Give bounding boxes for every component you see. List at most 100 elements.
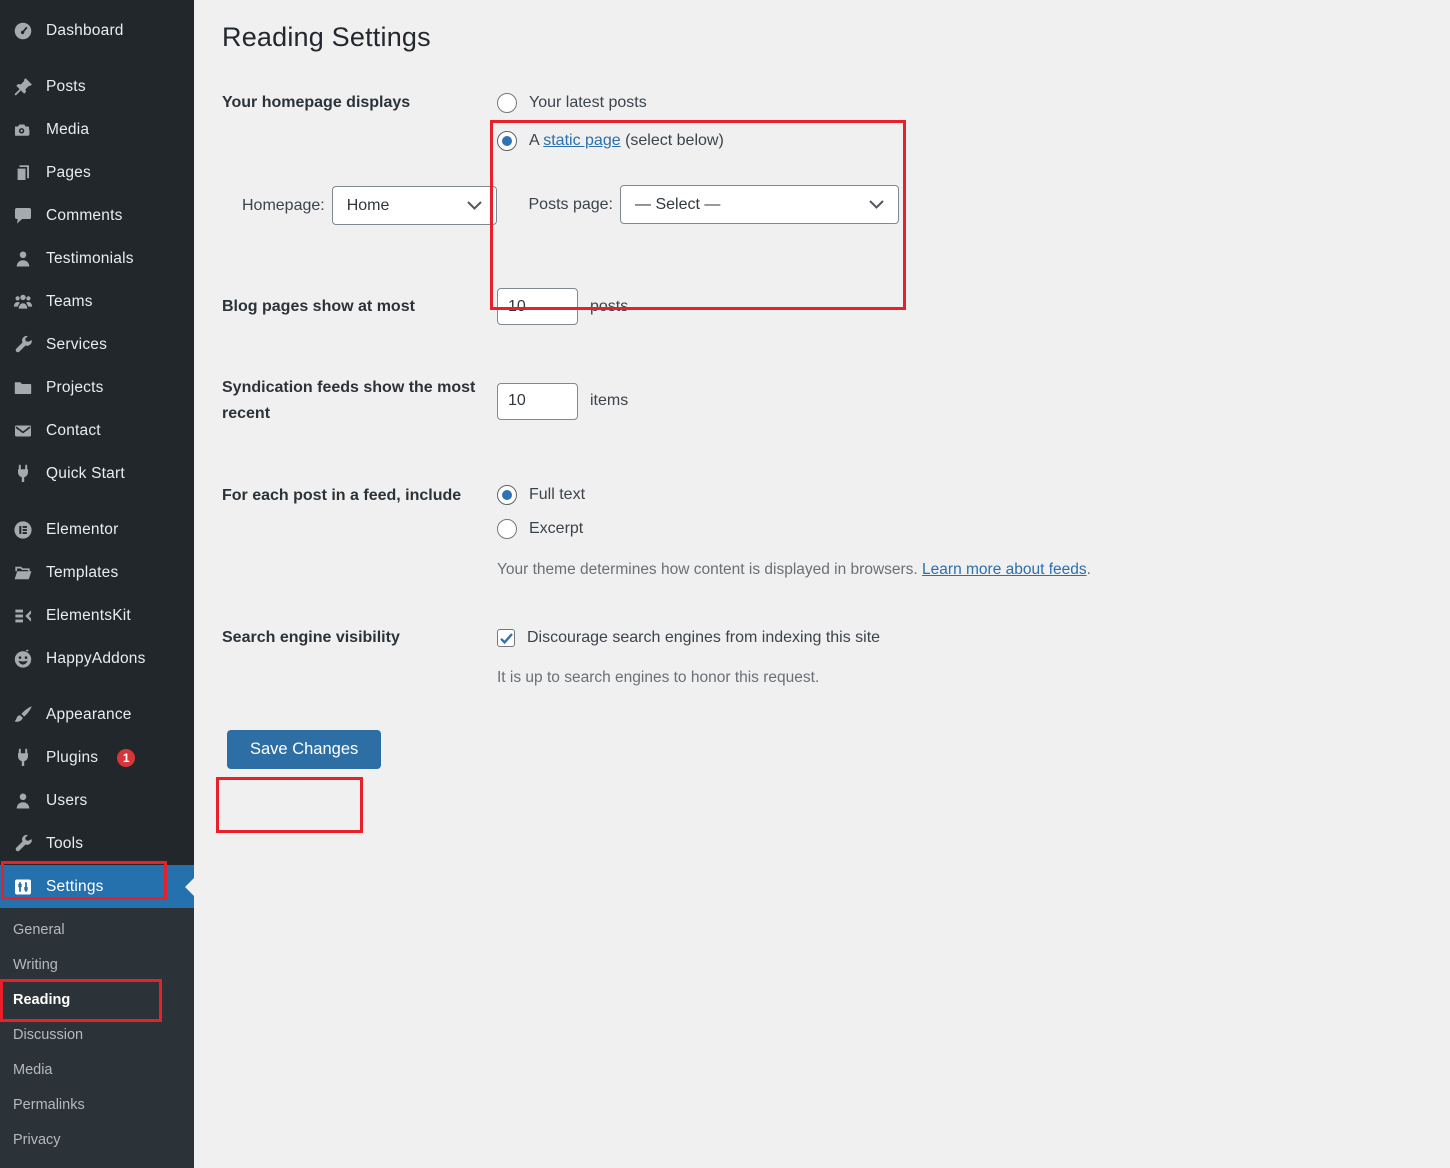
- sidebar-item-comments[interactable]: Comments: [0, 194, 194, 237]
- learn-more-feeds-link[interactable]: Learn more about feeds: [922, 561, 1087, 578]
- sidebar-item-label: Projects: [46, 379, 104, 397]
- syndication-label: Syndication feeds show the most recent: [222, 375, 497, 427]
- search-visibility-label: Search engine visibility: [222, 626, 497, 689]
- sidebar-item-services[interactable]: Services: [0, 323, 194, 366]
- submenu-item-discussion[interactable]: Discussion: [0, 1018, 194, 1053]
- posts-page-select-label: Posts page:: [517, 196, 613, 214]
- settings-submenu: General Writing Reading Discussion Media…: [0, 908, 194, 1168]
- sidebar-item-tools[interactable]: Tools: [0, 822, 194, 865]
- discourage-option: Discourage search engines from indexing …: [497, 626, 1410, 650]
- admin-menu: Dashboard Posts Media Pages Commen: [0, 0, 194, 908]
- sidebar-item-contact[interactable]: Contact: [0, 409, 194, 452]
- plug-icon: [12, 747, 34, 769]
- comment-icon: [12, 205, 34, 227]
- sidebar-item-testimonials[interactable]: Testimonials: [0, 237, 194, 280]
- posts-page-select[interactable]: — Select —: [620, 185, 899, 224]
- sidebar-item-templates[interactable]: Templates: [0, 551, 194, 594]
- admin-sidebar: Dashboard Posts Media Pages Commen: [0, 0, 194, 1168]
- pushpin-icon: [12, 76, 34, 98]
- envelope-icon: [12, 420, 34, 442]
- full-text-option: Full text: [497, 483, 1410, 507]
- submenu-item-writing[interactable]: Writing: [0, 948, 194, 983]
- syndication-row: Syndication feeds show the most recent i…: [222, 375, 1410, 427]
- latest-posts-radio[interactable]: [497, 93, 517, 113]
- sidebar-item-elementor[interactable]: Elementor: [0, 508, 194, 551]
- excerpt-label: Excerpt: [529, 520, 583, 538]
- menu-separator: [0, 495, 194, 508]
- feed-include-label: For each post in a feed, include: [222, 483, 497, 581]
- sidebar-item-dashboard[interactable]: Dashboard: [0, 9, 194, 52]
- plugins-update-badge: 1: [117, 749, 135, 767]
- full-text-radio[interactable]: [497, 485, 517, 505]
- blog-pages-row: Blog pages show at most posts: [222, 288, 1410, 325]
- save-changes-button[interactable]: Save Changes: [227, 730, 381, 769]
- excerpt-option: Excerpt: [497, 517, 1410, 541]
- submenu-item-general[interactable]: General: [0, 913, 194, 948]
- syndication-input[interactable]: [497, 383, 578, 420]
- sidebar-item-users[interactable]: Users: [0, 779, 194, 822]
- menu-separator: [0, 52, 194, 65]
- feed-include-row: For each post in a feed, include Full te…: [222, 483, 1410, 581]
- sidebar-item-label: Media: [46, 121, 89, 139]
- sidebar-item-label: Comments: [46, 207, 123, 225]
- sidebar-item-label: Settings: [46, 878, 104, 896]
- elementor-icon: [12, 519, 34, 541]
- sidebar-item-label: Appearance: [46, 706, 132, 724]
- sidebar-item-label: Tools: [46, 835, 83, 853]
- camera-icon: [12, 119, 34, 141]
- chevron-down-icon: [869, 200, 884, 209]
- plug-icon: [12, 463, 34, 485]
- sidebar-item-label: Quick Start: [46, 465, 125, 483]
- blog-pages-unit: posts: [590, 298, 628, 316]
- sidebar-item-media[interactable]: Media: [0, 108, 194, 151]
- static-page-option: A static page (select below): [497, 129, 1410, 153]
- save-area: Save Changes: [222, 730, 1410, 769]
- sidebar-item-projects[interactable]: Projects: [0, 366, 194, 409]
- full-text-label: Full text: [529, 486, 585, 504]
- syndication-unit: items: [590, 392, 628, 410]
- latest-posts-option: Your latest posts: [497, 91, 1410, 115]
- posts-page-select-value: — Select —: [635, 196, 720, 214]
- static-page-radio[interactable]: [497, 131, 517, 151]
- homepage-select-value: Home: [347, 197, 390, 215]
- homepage-displays-label: Your homepage displays: [222, 91, 497, 153]
- chevron-down-icon: [467, 201, 482, 210]
- static-page-link[interactable]: static page: [543, 132, 620, 149]
- search-visibility-row: Search engine visibility Discourage sear…: [222, 626, 1410, 689]
- homepage-select[interactable]: Home: [332, 186, 497, 225]
- sidebar-item-appearance[interactable]: Appearance: [0, 693, 194, 736]
- person-icon: [12, 790, 34, 812]
- discourage-checkbox[interactable]: [497, 629, 515, 647]
- reading-settings-page: Reading Settings Your homepage displays …: [194, 0, 1450, 809]
- settings-sliders-icon: [12, 876, 34, 898]
- search-visibility-note: It is up to search engines to honor this…: [497, 667, 1410, 689]
- excerpt-radio[interactable]: [497, 519, 517, 539]
- folder-icon: [12, 377, 34, 399]
- sidebar-item-label: Teams: [46, 293, 93, 311]
- sidebar-item-elementskit[interactable]: ElementsKit: [0, 594, 194, 637]
- sidebar-item-settings[interactable]: Settings: [0, 865, 194, 908]
- sidebar-item-label: Templates: [46, 564, 118, 582]
- submenu-item-media[interactable]: Media: [0, 1053, 194, 1088]
- sidebar-item-pages[interactable]: Pages: [0, 151, 194, 194]
- homepage-select-label: Homepage:: [242, 197, 325, 215]
- sidebar-item-plugins[interactable]: Plugins 1: [0, 736, 194, 779]
- tools-icon: [12, 833, 34, 855]
- sidebar-item-quick-start[interactable]: Quick Start: [0, 452, 194, 495]
- static-page-label: A static page (select below): [529, 132, 724, 150]
- sidebar-item-teams[interactable]: Teams: [0, 280, 194, 323]
- sidebar-item-label: ElementsKit: [46, 607, 131, 625]
- posts-page-select-row: Posts page: — Select —: [497, 184, 1410, 225]
- submenu-item-reading[interactable]: Reading: [0, 983, 194, 1018]
- submenu-item-permalinks[interactable]: Permalinks: [0, 1088, 194, 1123]
- homepage-displays-row: Your homepage displays Your latest posts…: [222, 91, 1410, 225]
- sidebar-item-label: Plugins: [46, 749, 98, 767]
- group-icon: [12, 291, 34, 313]
- open-folder-icon: [12, 562, 34, 584]
- blog-pages-input[interactable]: [497, 288, 578, 325]
- menu-separator: [0, 680, 194, 693]
- submenu-item-privacy[interactable]: Privacy: [0, 1123, 194, 1158]
- wrench-icon: [12, 334, 34, 356]
- sidebar-item-posts[interactable]: Posts: [0, 65, 194, 108]
- sidebar-item-happyaddons[interactable]: HappyAddons: [0, 637, 194, 680]
